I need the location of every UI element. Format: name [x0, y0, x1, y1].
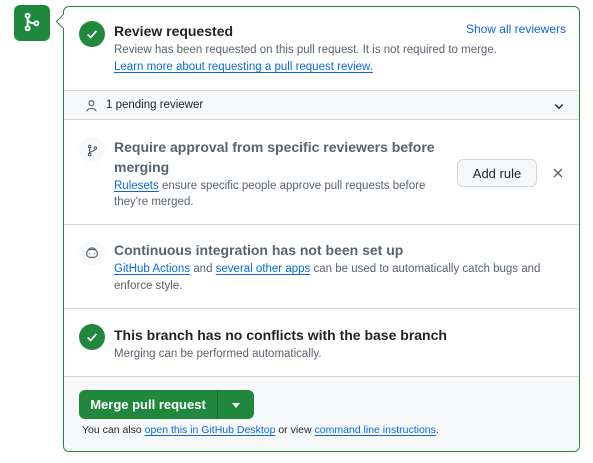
show-all-reviewers-link[interactable]: Show all reviewers [466, 22, 566, 36]
review-description: Review has been requested on this pull r… [114, 44, 497, 56]
ci-section: Continuous integration has not been set … [64, 225, 579, 309]
learn-more-link[interactable]: Learn more about requesting a pull reque… [114, 59, 373, 75]
merge-options-dropdown[interactable] [218, 390, 254, 419]
merge-alternatives-text: You can also open this in GitHub Desktop… [82, 424, 439, 436]
add-rule-button[interactable]: Add rule [457, 159, 537, 187]
triangle-down-icon [232, 398, 240, 412]
rulesets-link[interactable]: Rulesets [114, 180, 159, 192]
conflicts-section: This branch has no conflicts with the ba… [64, 309, 579, 377]
review-section: Review requested Show all reviewers Revi… [64, 7, 579, 89]
github-actions-link[interactable]: GitHub Actions [114, 263, 190, 275]
merge-button-group: Merge pull request [79, 390, 254, 419]
chevron-down-icon [553, 100, 565, 115]
rules-text-line1: Rulesets ensure specific people approve … [114, 180, 426, 192]
rules-text-line2: they're merged. [114, 196, 194, 208]
merge-box: Review requested Show all reviewers Revi… [63, 6, 580, 452]
ci-text-line1: GitHub Actions and several other apps ca… [114, 263, 541, 275]
github-desktop-link[interactable]: open this in GitHub Desktop [145, 424, 276, 436]
git-merge-badge [14, 5, 50, 41]
rules-title-line2: merging [114, 159, 170, 175]
git-branch-icon [79, 137, 105, 163]
ci-text-line2: enforce style. [114, 280, 183, 292]
robot-icon [79, 240, 105, 266]
conflicts-description: Merging can be performed automatically. [114, 348, 322, 360]
rules-title-line1: Require approval from specific reviewers… [114, 139, 435, 155]
merge-pull-request-button[interactable]: Merge pull request [79, 390, 218, 419]
rules-section: Require approval from specific reviewers… [64, 120, 579, 225]
other-apps-link[interactable]: several other apps [216, 263, 311, 275]
check-circle-icon [79, 324, 105, 350]
pending-reviewers-toggle[interactable]: 1 pending reviewer [64, 90, 579, 120]
pending-reviewer-label: 1 pending reviewer [106, 99, 204, 111]
person-icon [85, 99, 98, 115]
ci-title: Continuous integration has not been set … [114, 242, 404, 258]
review-title: Review requested [114, 23, 234, 39]
command-line-link[interactable]: command line instructions [315, 424, 436, 436]
conflicts-title: This branch has no conflicts with the ba… [114, 327, 447, 343]
git-merge-icon [22, 12, 42, 35]
close-icon[interactable] [551, 166, 565, 180]
check-circle-icon [79, 21, 105, 47]
